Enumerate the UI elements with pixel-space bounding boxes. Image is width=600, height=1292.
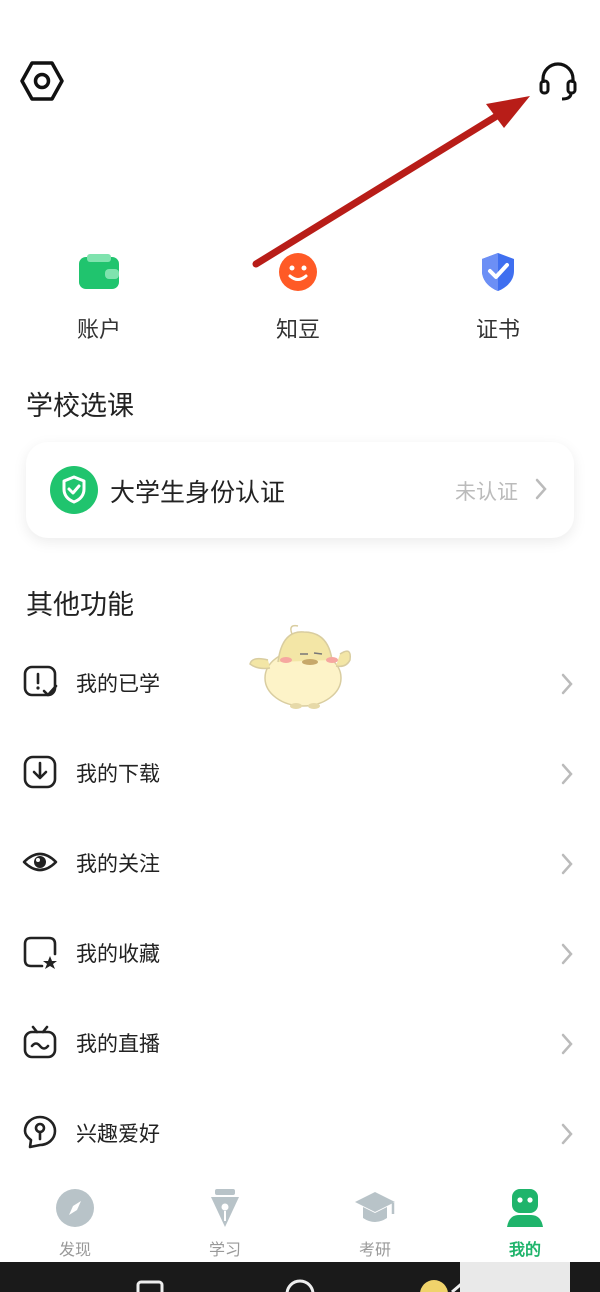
tab-postgrad[interactable]: 考研 xyxy=(325,1186,425,1260)
quick-actions: 账户 知豆 证书 xyxy=(0,250,600,350)
menu-item-favorites[interactable]: 我的收藏 xyxy=(0,907,600,997)
tab-discover[interactable]: 发现 xyxy=(25,1186,125,1260)
other-section-title: 其他功能 xyxy=(26,590,134,621)
headset-icon[interactable] xyxy=(534,57,582,105)
star-folder-icon xyxy=(22,934,58,970)
menu-item-live[interactable]: 我的直播 xyxy=(0,997,600,1087)
chevron-right-icon xyxy=(560,762,574,790)
chevron-right-icon xyxy=(560,1032,574,1060)
menu-label: 我的直播 xyxy=(76,1032,160,1056)
eye-icon xyxy=(22,844,58,880)
menu-label: 我的关注 xyxy=(76,852,160,876)
top-bar xyxy=(0,0,600,170)
menu-label: 我的已学 xyxy=(76,672,160,696)
menu-label: 兴趣爱好 xyxy=(76,1122,160,1146)
wallet-icon xyxy=(77,250,121,294)
verification-status: 未认证 xyxy=(455,480,518,504)
pen-icon xyxy=(203,1186,247,1230)
menu-label: 我的下载 xyxy=(76,762,160,786)
graduation-cap-icon xyxy=(353,1186,397,1230)
menu-item-follow[interactable]: 我的关注 xyxy=(0,817,600,907)
settings-icon[interactable] xyxy=(18,57,66,105)
mascot-floating-widget[interactable] xyxy=(248,620,358,712)
chevron-right-icon xyxy=(560,1122,574,1150)
tab-study[interactable]: 学习 xyxy=(175,1186,275,1260)
certificate-label: 证书 xyxy=(475,318,520,343)
compass-icon xyxy=(53,1186,97,1230)
chevron-right-icon xyxy=(534,477,548,505)
chevron-right-icon xyxy=(560,942,574,970)
account-label: 账户 xyxy=(76,318,121,343)
student-verification-card[interactable]: 大学生身份认证 未认证 xyxy=(26,442,574,538)
verified-shield-icon xyxy=(50,466,98,514)
interest-icon xyxy=(22,1114,58,1150)
bottom-tab-bar: 发现 学习 考研 我的 xyxy=(0,1180,600,1262)
menu-item-download[interactable]: 我的下载 xyxy=(0,727,600,817)
tab-label: 发现 xyxy=(58,1240,91,1259)
tab-label: 我的 xyxy=(508,1240,541,1259)
account-button[interactable]: 账户 xyxy=(39,250,159,344)
profile-icon xyxy=(503,1186,547,1230)
school-section-title: 学校选课 xyxy=(26,391,134,422)
menu-item-interest[interactable]: 兴趣爱好 xyxy=(0,1087,600,1177)
zhidou-label: 知豆 xyxy=(275,318,320,343)
download-icon xyxy=(22,754,58,790)
zhidou-button[interactable]: 知豆 xyxy=(238,250,358,344)
tab-label: 考研 xyxy=(358,1240,391,1259)
learned-icon xyxy=(22,664,58,700)
function-list: 我的已学 我的下载 我的关注 我的收藏 我的直播 兴趣爱好 xyxy=(0,637,600,1177)
certificate-button[interactable]: 证书 xyxy=(438,250,558,344)
verification-label: 大学生身份认证 xyxy=(110,478,286,507)
chevron-right-icon xyxy=(560,672,574,700)
shield-check-icon xyxy=(476,250,520,294)
tv-icon xyxy=(22,1024,58,1060)
chevron-right-icon xyxy=(560,852,574,880)
menu-label: 我的收藏 xyxy=(76,942,160,966)
tab-mine[interactable]: 我的 xyxy=(475,1186,575,1260)
tab-label: 学习 xyxy=(208,1240,241,1259)
smiley-coin-icon xyxy=(276,250,320,294)
system-navigation-bar xyxy=(0,1262,600,1292)
